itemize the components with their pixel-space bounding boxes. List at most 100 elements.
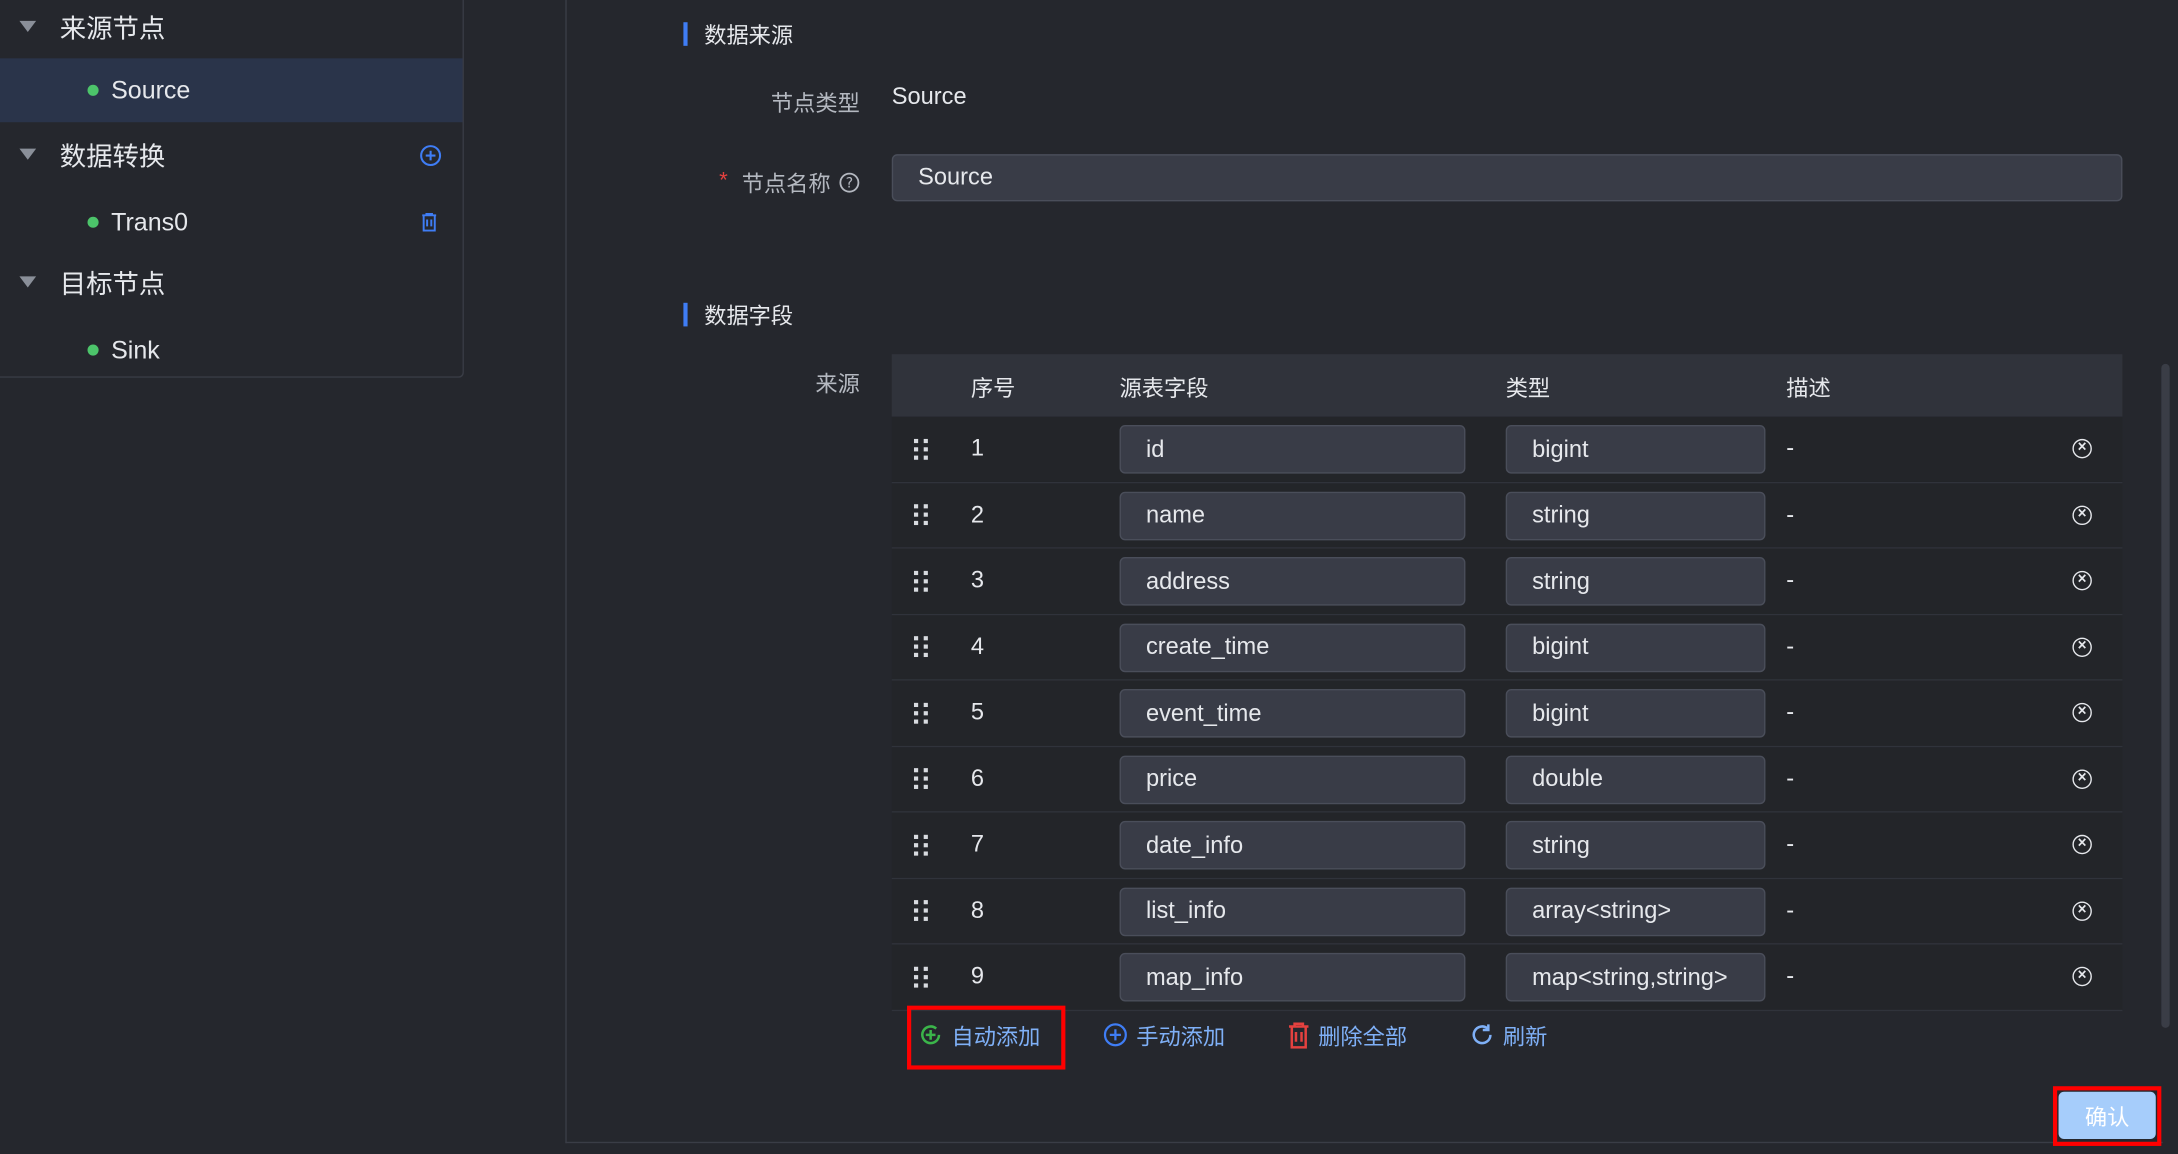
row-index: 6 (970, 765, 985, 792)
svg-text:?: ? (846, 175, 853, 191)
header-description: 描述 (1786, 377, 1831, 401)
node-name-label-text: 节点名称 (741, 173, 831, 198)
type-input[interactable]: string (1505, 820, 1766, 870)
tree-group-label: 目标节点 (59, 270, 166, 300)
node-name-input[interactable]: Source (891, 154, 2123, 202)
source-field-input[interactable]: address (1119, 557, 1466, 606)
remove-row-icon[interactable]: × (2072, 769, 2092, 789)
remove-row-icon[interactable]: × (2072, 637, 2092, 657)
row-index: 9 (970, 962, 985, 990)
source-label: 来源 (815, 373, 860, 398)
remove-row-icon[interactable]: × (2072, 835, 2092, 855)
row-description: - (1786, 567, 1795, 594)
node-name-label: * 节点名称 ? (719, 165, 860, 198)
tree-group-source[interactable]: 来源节点 (0, 0, 463, 57)
tree-group-transform[interactable]: 数据转换 (0, 124, 463, 185)
table-row: 3 address string - × (891, 548, 2123, 615)
source-field-input[interactable]: price (1119, 754, 1466, 804)
manual-add-button[interactable]: 手动添加 (1103, 1018, 1225, 1051)
fields-table: 序号 源表字段 类型 描述 1 id bigint - × 2 name str… (891, 354, 2123, 1011)
drag-handle-icon[interactable] (913, 879, 929, 944)
remove-row-icon[interactable]: × (2072, 439, 2092, 459)
table-row: 2 name string - × (891, 482, 2123, 549)
remove-row-icon[interactable]: × (2072, 703, 2092, 723)
row-description: - (1786, 830, 1795, 858)
drag-handle-icon[interactable] (913, 681, 929, 746)
row-description: - (1786, 435, 1795, 462)
remove-row-icon[interactable]: × (2072, 901, 2092, 921)
drag-handle-icon[interactable] (913, 615, 929, 680)
remove-row-icon[interactable]: × (2072, 505, 2092, 525)
source-field-input[interactable]: list_info (1119, 886, 1466, 936)
add-circle-icon[interactable] (419, 144, 442, 167)
type-input[interactable]: bigint (1505, 622, 1766, 672)
table-row: 9 map_info map<string,string> - × (891, 944, 2123, 1011)
drag-handle-icon[interactable] (913, 549, 929, 614)
tree-group-label: 数据转换 (59, 142, 166, 172)
table-row: 7 date_info string - × (891, 812, 2123, 879)
type-input[interactable]: bigint (1505, 688, 1766, 738)
row-description: - (1786, 962, 1795, 990)
source-field-input[interactable]: event_time (1119, 688, 1466, 738)
row-index: 1 (970, 435, 985, 462)
tree-item-label: Source (111, 75, 191, 104)
node-config-panel: 数据来源 节点类型 Source * 节点名称 ? Source 数据字段 来源… (565, 0, 2163, 1144)
table-header: 序号 源表字段 类型 描述 (891, 354, 2123, 417)
remove-row-icon[interactable]: × (2072, 571, 2092, 591)
tree-group-sink[interactable]: 目标节点 (0, 251, 463, 312)
caret-down-icon[interactable] (19, 148, 37, 160)
type-input[interactable]: bigint (1505, 425, 1766, 474)
caret-down-icon[interactable] (19, 20, 37, 32)
refresh-label: 刷新 (1502, 1026, 1548, 1051)
tree-item-label: Sink (111, 335, 160, 364)
caret-down-icon[interactable] (19, 276, 37, 288)
row-index: 4 (970, 633, 985, 660)
drag-handle-icon[interactable] (913, 945, 929, 1010)
drag-handle-icon[interactable] (913, 813, 929, 878)
source-field-input[interactable]: map_info (1119, 952, 1466, 1002)
header-type: 类型 (1505, 377, 1551, 401)
tree-item-sink[interactable]: Sink (0, 318, 463, 382)
refresh-icon (1472, 1024, 1492, 1045)
scrollbar-thumb[interactable] (2161, 363, 2170, 1028)
section-title-text: 数据来源 (704, 25, 794, 49)
remove-row-icon[interactable]: × (2072, 967, 2092, 987)
trash-icon[interactable] (421, 212, 438, 232)
row-description: - (1786, 896, 1795, 924)
row-index: 7 (970, 830, 985, 858)
tree-group-label: 来源节点 (59, 14, 166, 44)
drag-handle-icon[interactable] (913, 417, 929, 482)
source-field-input[interactable]: name (1119, 491, 1466, 540)
highlight-box (907, 1005, 1066, 1070)
required-mark: * (719, 169, 728, 194)
row-description: - (1786, 699, 1795, 726)
highlight-box (2052, 1086, 2162, 1146)
source-field-input[interactable]: id (1119, 425, 1466, 474)
drag-handle-icon[interactable] (913, 483, 929, 548)
table-row: 8 list_info array<string> - × (891, 878, 2123, 945)
type-input[interactable]: string (1505, 491, 1766, 540)
row-description: - (1786, 501, 1795, 528)
source-field-input[interactable]: date_info (1119, 820, 1466, 870)
header-source-field: 源表字段 (1119, 377, 1209, 401)
refresh-button[interactable]: 刷新 (1470, 1018, 1548, 1051)
drag-handle-icon[interactable] (913, 747, 929, 812)
delete-all-button[interactable]: 删除全部 (1288, 1018, 1407, 1051)
source-field-input[interactable]: create_time (1119, 622, 1466, 672)
row-description: - (1786, 633, 1795, 660)
tree-item-label: Trans0 (111, 207, 189, 236)
type-input[interactable]: string (1505, 557, 1766, 606)
type-input[interactable]: double (1505, 754, 1766, 804)
section-title-text: 数据字段 (704, 305, 794, 330)
row-index: 5 (970, 699, 985, 726)
tree-item-source[interactable]: Source (0, 58, 463, 123)
type-input[interactable]: map<string,string> (1505, 952, 1766, 1002)
row-index: 3 (970, 567, 985, 594)
status-dot-icon (87, 216, 99, 228)
header-index: 序号 (970, 377, 1016, 401)
type-input[interactable]: array<string> (1505, 886, 1766, 936)
node-type-value: Source (891, 83, 967, 110)
help-icon[interactable]: ? (839, 172, 860, 193)
section-title-fields: 数据字段 (683, 297, 793, 330)
tree-item-trans0[interactable]: Trans0 (0, 190, 463, 254)
